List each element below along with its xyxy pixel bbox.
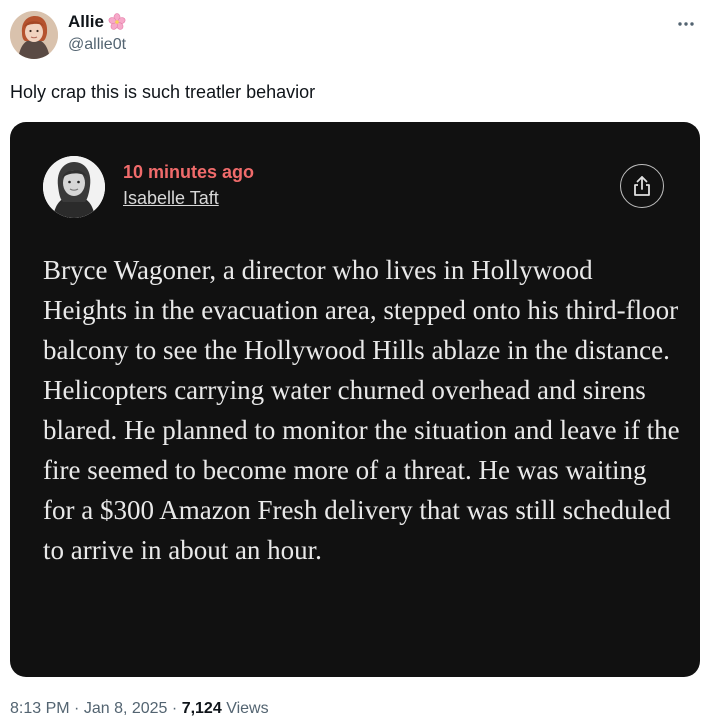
more-options-icon[interactable]	[677, 14, 695, 28]
avatar-image	[10, 11, 58, 59]
tweet-date[interactable]: Jan 8, 2025	[84, 700, 168, 717]
tweet-text: Holy crap this is such treatler behavior	[10, 82, 316, 102]
share-button	[620, 164, 664, 208]
footer-separator-2: ·	[171, 700, 178, 717]
article-author-link: Isabelle Taft	[123, 188, 219, 208]
author-info: Allie @allie0t	[68, 11, 126, 55]
tweet-footer: 8:13 PM · Jan 8, 2025 · 7,124 Views	[10, 698, 269, 720]
tweet: Allie @allie0t Holy crap this is such tr…	[0, 0, 709, 728]
author-handle[interactable]: @allie0t	[68, 35, 126, 55]
article-author-photo	[43, 156, 105, 218]
tweet-time[interactable]: 8:13 PM	[10, 700, 70, 717]
share-icon	[634, 176, 650, 196]
article-time-ago: 10 minutes ago	[123, 162, 255, 182]
article-author-avatar	[43, 156, 105, 218]
cherry-blossom-icon	[108, 13, 126, 31]
display-name[interactable]: Allie	[68, 11, 104, 33]
article-meta: 10 minutes ago Isabelle Taft	[123, 160, 254, 210]
display-name-row[interactable]: Allie	[68, 11, 126, 33]
tweet-media-image[interactable]: 10 minutes ago Isabelle Taft Bryce Wagon…	[10, 122, 700, 677]
views-count[interactable]: 7,124	[182, 700, 222, 717]
views-label[interactable]: Views	[226, 700, 268, 717]
article-body-text: Bryce Wagoner, a director who lives in H…	[43, 255, 680, 565]
author-avatar[interactable]	[10, 11, 58, 59]
footer-separator: ·	[74, 700, 80, 717]
